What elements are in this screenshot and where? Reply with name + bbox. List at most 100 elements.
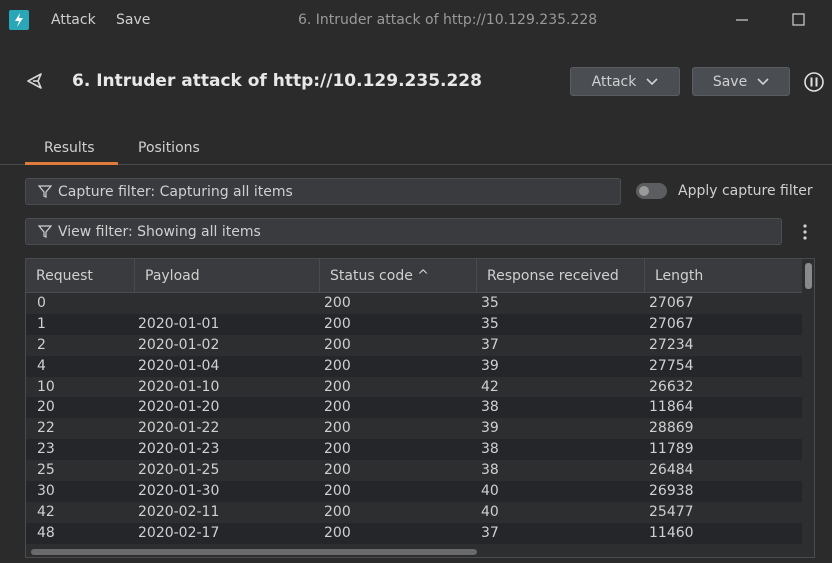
- menu-attack[interactable]: Attack: [51, 12, 96, 28]
- title-bar: Attack Save 6. Intruder attack of http:/…: [0, 0, 832, 41]
- table-row[interactable]: 1 2020-01-01 200 35 27067: [26, 313, 802, 335]
- cell-status-code: 200: [324, 483, 351, 500]
- tab-results[interactable]: Results: [44, 140, 95, 156]
- cell-status-code: 200: [324, 399, 351, 416]
- column-payload[interactable]: Payload: [135, 259, 320, 293]
- cell-request: 48: [37, 524, 55, 541]
- tab-positions[interactable]: Positions: [138, 140, 200, 156]
- minimize-icon[interactable]: [732, 10, 752, 30]
- table-row[interactable]: 23 2020-01-23 200 38 11789: [26, 439, 802, 461]
- cell-status-code: 200: [324, 503, 351, 520]
- capture-filter-bar[interactable]: Capture filter: Capturing all items: [25, 178, 621, 205]
- filter-icon: [38, 185, 52, 198]
- table-row[interactable]: 20 2020-01-20 200 38 11864: [26, 397, 802, 419]
- column-status-code[interactable]: Status code ^: [320, 259, 477, 293]
- chevron-down-icon: [757, 77, 769, 85]
- apply-capture-filter-label: Apply capture filter: [678, 183, 813, 199]
- more-options-icon[interactable]: [800, 222, 810, 242]
- cell-payload: 2020-01-30: [138, 483, 220, 500]
- cell-status-code: 200: [324, 295, 351, 311]
- table-row[interactable]: 25 2020-01-25 200 38 26484: [26, 460, 802, 482]
- cell-response-received: 37: [481, 336, 499, 353]
- cell-length: 26938: [649, 483, 694, 500]
- attack-button[interactable]: Attack: [570, 67, 680, 96]
- table-row[interactable]: 4 2020-01-04 200 39 27754: [26, 355, 802, 377]
- table-row[interactable]: 10 2020-01-10 200 42 26632: [26, 376, 802, 398]
- cell-response-received: 38: [481, 399, 499, 416]
- cell-length: 11460: [649, 524, 694, 541]
- cell-response-received: 39: [481, 357, 499, 374]
- cell-response-received: 38: [481, 462, 499, 479]
- capture-filter-text: Capture filter: Capturing all items: [58, 183, 293, 200]
- results-table: Request Payload Status code ^ Response r…: [25, 258, 815, 558]
- toggle-knob: [639, 186, 649, 196]
- cell-response-received: 40: [481, 483, 499, 500]
- filter-icon: [38, 225, 52, 238]
- cell-length: 26484: [649, 462, 694, 479]
- table-header: Request Payload Status code ^ Response r…: [26, 259, 802, 293]
- cell-request: 1: [37, 315, 46, 332]
- cell-status-code: 200: [324, 441, 351, 458]
- cell-status-code: 200: [324, 315, 351, 332]
- cell-request: 42: [37, 503, 55, 520]
- column-response-received[interactable]: Response received: [477, 259, 645, 293]
- horizontal-scrollbar-thumb[interactable]: [31, 549, 477, 555]
- cell-status-code: 200: [324, 462, 351, 479]
- cell-payload: 2020-02-11: [138, 503, 220, 520]
- view-filter-bar[interactable]: View filter: Showing all items: [25, 218, 782, 245]
- cell-request: 20: [37, 399, 55, 416]
- cell-request: 10: [37, 378, 55, 395]
- cell-response-received: 38: [481, 441, 499, 458]
- cell-response-received: 40: [481, 503, 499, 520]
- cell-payload: 2020-01-04: [138, 357, 220, 374]
- cell-length: 11789: [649, 441, 694, 458]
- cell-payload: 2020-01-22: [138, 420, 220, 437]
- cell-length: 25477: [649, 503, 694, 520]
- vertical-scrollbar-thumb[interactable]: [805, 263, 812, 289]
- cell-status-code: 200: [324, 378, 351, 395]
- cell-payload: 2020-01-10: [138, 378, 220, 395]
- page-title: 6. Intruder attack of http://10.129.235.…: [72, 71, 482, 91]
- cell-length: 27754: [649, 357, 694, 374]
- table-row[interactable]: 48 2020-02-17 200 37 11460: [26, 522, 802, 544]
- save-button[interactable]: Save: [692, 67, 790, 96]
- cell-request: 30: [37, 483, 55, 500]
- menu-save[interactable]: Save: [116, 12, 150, 28]
- cell-request: 4: [37, 357, 46, 374]
- cell-request: 2: [37, 336, 46, 353]
- attack-button-label: Attack: [591, 73, 637, 90]
- table-row[interactable]: 22 2020-01-22 200 39 28869: [26, 418, 802, 440]
- column-request[interactable]: Request: [26, 259, 135, 293]
- cell-payload: 2020-01-25: [138, 462, 220, 479]
- pause-icon[interactable]: [803, 71, 825, 93]
- cell-payload: 2020-01-02: [138, 336, 220, 353]
- column-length[interactable]: Length: [645, 259, 802, 293]
- attack-header: 6. Intruder attack of http://10.129.235.…: [0, 60, 832, 104]
- cell-request: 23: [37, 441, 55, 458]
- cell-length: 27234: [649, 336, 694, 353]
- table-row[interactable]: 30 2020-01-30 200 40 26938: [26, 481, 802, 502]
- cell-response-received: 39: [481, 420, 499, 437]
- save-button-label: Save: [712, 73, 748, 90]
- chevron-down-icon: [646, 77, 658, 85]
- cell-status-code: 200: [324, 420, 351, 437]
- view-filter-text: View filter: Showing all items: [58, 223, 261, 240]
- cell-length: 11864: [649, 399, 694, 416]
- table-body: 0 200 35 27067 1 2020-01-01 200 35 27067 2 2020-01…: [26, 293, 802, 544]
- apply-capture-filter-toggle[interactable]: [636, 183, 667, 199]
- cell-request: 22: [37, 420, 55, 437]
- cell-status-code: 200: [324, 336, 351, 353]
- cell-payload: 2020-01-01: [138, 315, 220, 332]
- send-back-icon[interactable]: [24, 70, 46, 92]
- table-row[interactable]: 42 2020-02-11 200 40 25477: [26, 501, 802, 523]
- window-title: 6. Intruder attack of http://10.129.235.…: [298, 12, 598, 28]
- app-logo-icon: [9, 10, 29, 30]
- table-row[interactable]: 0 200 35 27067: [26, 293, 802, 314]
- cell-response-received: 35: [481, 315, 499, 332]
- cell-length: 27067: [649, 295, 694, 311]
- vertical-scrollbar[interactable]: [802, 259, 814, 557]
- cell-payload: 2020-01-20: [138, 399, 220, 416]
- maximize-icon[interactable]: [789, 10, 809, 30]
- table-row[interactable]: 2 2020-01-02 200 37 27234: [26, 334, 802, 356]
- horizontal-scrollbar[interactable]: [26, 546, 802, 557]
